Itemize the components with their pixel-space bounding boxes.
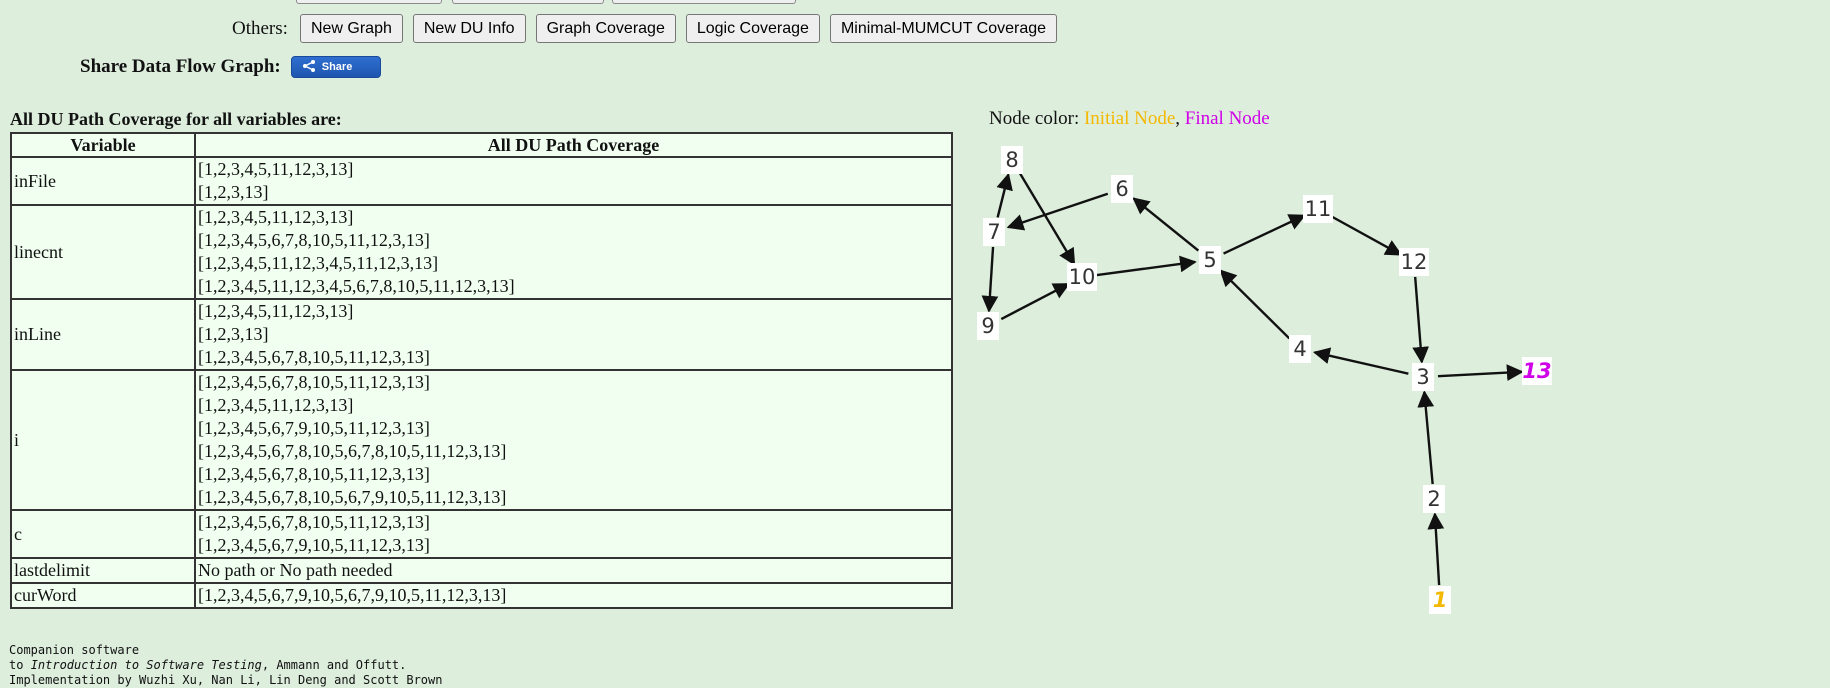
edge-6-7 <box>1006 192 1109 231</box>
node-label: 10 <box>1069 265 1096 289</box>
footer-book-title: Introduction to Software Testing <box>30 658 262 672</box>
edge-7-9 <box>981 246 999 313</box>
node-label: 7 <box>987 220 1000 244</box>
node-label: 6 <box>1115 177 1128 201</box>
footer-line-3: Implementation by Wuzhi Xu, Nan Li, Lin … <box>9 673 443 687</box>
edge-10-5 <box>1096 255 1197 277</box>
node-label: 2 <box>1427 487 1440 511</box>
graph-node-7[interactable]: 7 <box>983 218 1005 246</box>
node-label: 3 <box>1416 365 1429 389</box>
node-label: 9 <box>981 314 994 338</box>
node-label: 4 <box>1293 337 1306 361</box>
data-flow-graph: 12345678910111213 <box>977 146 1552 614</box>
graph-node-6[interactable]: 6 <box>1111 175 1133 203</box>
node-label: 1 <box>1433 588 1448 612</box>
graph-node-8[interactable]: 8 <box>1001 146 1023 174</box>
edge-3-4 <box>1312 347 1409 375</box>
node-label: 8 <box>1005 148 1018 172</box>
graph-node-4[interactable]: 4 <box>1289 335 1311 363</box>
graph-node-2[interactable]: 2 <box>1423 485 1445 513</box>
graph-node-12[interactable]: 12 <box>1399 248 1429 276</box>
node-label: 12 <box>1401 250 1428 274</box>
node-label: 13 <box>1522 359 1551 383</box>
graph-node-11[interactable]: 11 <box>1303 195 1333 223</box>
edge-11-12 <box>1330 215 1403 256</box>
edge-3-13 <box>1437 364 1524 381</box>
graph-node-10[interactable]: 10 <box>1067 263 1097 291</box>
edge-4-5 <box>1219 269 1291 340</box>
graph-node-3[interactable]: 3 <box>1412 363 1434 391</box>
graph-node-13[interactable]: 13 <box>1522 357 1552 385</box>
footer: Companion software to Introduction to So… <box>9 643 442 688</box>
footer-line-1: Companion software <box>9 643 140 657</box>
footer-line-2: to Introduction to Software Testing, Amm… <box>9 658 442 673</box>
edge-12-3 <box>1412 276 1430 364</box>
edge-8-10 <box>1018 172 1076 266</box>
edge-5-6 <box>1132 197 1200 252</box>
edge-2-3 <box>1417 390 1435 485</box>
edge-1-2 <box>1427 512 1445 586</box>
edge-7-8 <box>996 172 1013 218</box>
footer-line-2-prefix: to <box>9 658 31 672</box>
edge-9-10 <box>1000 282 1071 321</box>
graph-node-1[interactable]: 1 <box>1429 586 1451 614</box>
graph-node-5[interactable]: 5 <box>1199 246 1221 274</box>
node-label: 5 <box>1203 248 1216 272</box>
footer-line-2-suffix: , Ammann and Offutt. <box>261 658 407 672</box>
node-label: 11 <box>1305 197 1332 221</box>
graph-node-9[interactable]: 9 <box>977 312 999 340</box>
edge-5-11 <box>1223 214 1306 255</box>
